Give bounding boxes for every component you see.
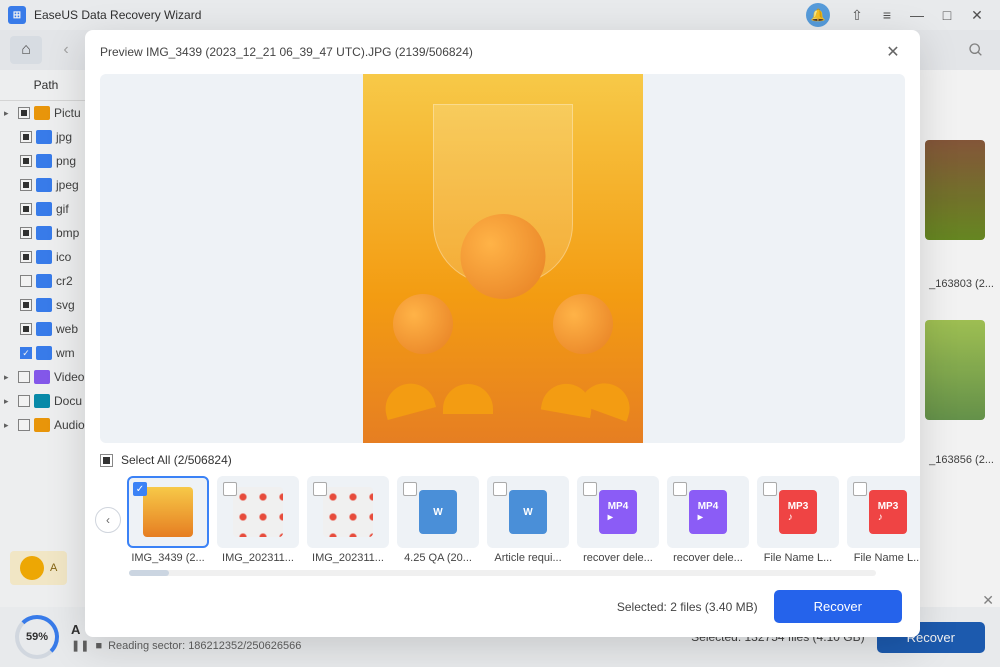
thumb-checkbox[interactable]: ✓ (133, 482, 147, 496)
thumb-item[interactable]: IMG_202311... (307, 476, 389, 564)
thumb-checkbox[interactable] (493, 482, 507, 496)
thumb-box[interactable]: W (487, 476, 569, 548)
thumb-item[interactable]: MP3♪ File Name L... (847, 476, 920, 564)
footer-selected: Selected: 2 files (3.40 MB) (617, 600, 758, 614)
select-all-checkbox[interactable] (100, 454, 113, 467)
thumb-label: File Name L... (757, 552, 839, 564)
modal-header: Preview IMG_3439 (2023_12_21 06_39_47 UT… (85, 30, 920, 74)
thumb-checkbox[interactable] (583, 482, 597, 496)
thumbnail-row: ‹ ✓ IMG_3439 (2... IMG_202311... IMG_202311… (85, 471, 920, 564)
modal-title: Preview IMG_3439 (2023_12_21 06_39_47 UT… (100, 45, 473, 59)
thumb-item[interactable]: W 4.25 QA (20... (397, 476, 479, 564)
thumb-label: IMG_202311... (307, 552, 389, 564)
recover-button[interactable]: Recover (774, 590, 902, 623)
thumb-label: Article requi... (487, 552, 569, 564)
thumb-item[interactable]: ✓ IMG_3439 (2... (127, 476, 209, 564)
thumb-box[interactable]: MP3♪ (847, 476, 920, 548)
select-all-label: Select All (2/506824) (121, 453, 232, 467)
thumb-checkbox[interactable] (763, 482, 777, 496)
thumb-checkbox[interactable] (313, 482, 327, 496)
thumb-label: IMG_202311... (217, 552, 299, 564)
thumb-box[interactable] (307, 476, 389, 548)
thumb-box[interactable]: MP4▸ (667, 476, 749, 548)
thumb-label: 4.25 QA (20... (397, 552, 479, 564)
thumb-label: recover dele... (577, 552, 659, 564)
thumb-box[interactable]: MP4▸ (577, 476, 659, 548)
thumb-item[interactable]: MP3♪ File Name L... (757, 476, 839, 564)
thumb-checkbox[interactable] (853, 482, 867, 496)
modal-close-button[interactable]: ✕ (881, 40, 905, 64)
select-all-row[interactable]: Select All (2/506824) (85, 443, 920, 471)
preview-area (100, 74, 905, 443)
thumb-item[interactable]: MP4▸ recover dele... (577, 476, 659, 564)
thumb-label: File Name L... (847, 552, 920, 564)
thumb-checkbox[interactable] (673, 482, 687, 496)
thumb-label: recover dele... (667, 552, 749, 564)
preview-modal: Preview IMG_3439 (2023_12_21 06_39_47 UT… (85, 30, 920, 637)
preview-image (363, 74, 643, 443)
thumb-item[interactable]: IMG_202311... (217, 476, 299, 564)
prev-arrow-button[interactable]: ‹ (95, 507, 121, 533)
modal-footer: Selected: 2 files (3.40 MB) Recover (85, 576, 920, 637)
thumb-item[interactable]: W Article requi... (487, 476, 569, 564)
thumb-box[interactable]: ✓ (127, 476, 209, 548)
thumb-checkbox[interactable] (223, 482, 237, 496)
thumb-box[interactable]: W (397, 476, 479, 548)
thumb-box[interactable] (217, 476, 299, 548)
thumb-item[interactable]: MP4▸ recover dele... (667, 476, 749, 564)
thumb-label: IMG_3439 (2... (127, 552, 209, 564)
thumb-box[interactable]: MP3♪ (757, 476, 839, 548)
thumb-checkbox[interactable] (403, 482, 417, 496)
